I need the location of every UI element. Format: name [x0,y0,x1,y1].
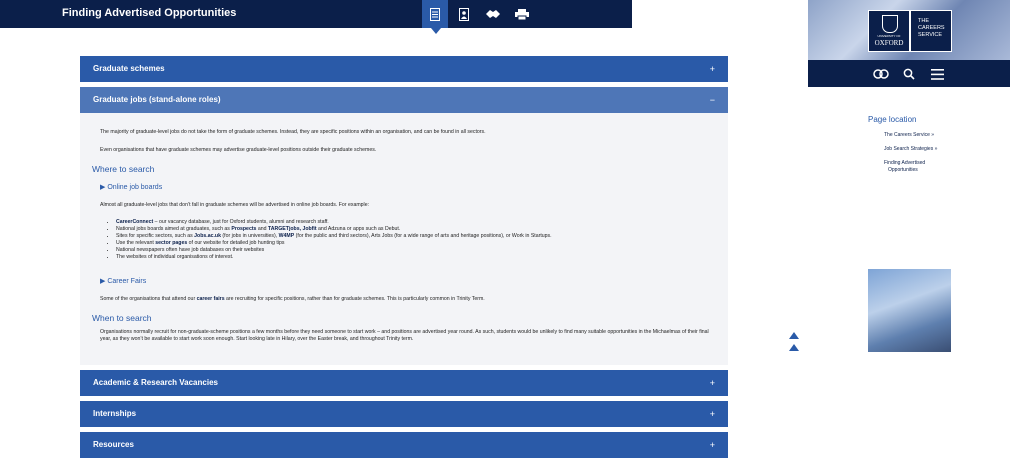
building-photo [868,269,951,352]
user-profile-icon[interactable] [451,0,477,28]
list-item: CareerConnect – our vacancy database, ju… [116,219,698,226]
link-prospects[interactable]: Prospects [231,226,256,232]
crest-icon [882,15,898,33]
logo-text: OXFORD [874,39,904,47]
breadcrumb-link[interactable]: Job Search Strategies » [884,146,937,153]
breadcrumb-link[interactable]: The Careers Service » [884,132,934,139]
handshake-icon[interactable] [873,66,889,82]
job-boards-list: CareerConnect – our vacancy database, ju… [108,219,698,261]
paragraph: The majority of graduate-level jobs do n… [100,129,486,135]
toggle-career-fairs[interactable]: ▶ Career Fairs [100,277,146,285]
heading-where-to-search: Where to search [92,164,155,174]
accordion-graduate-schemes[interactable]: Graduate schemes + [80,56,728,82]
paragraph: Almost all graduate-level jobs that don’… [100,202,370,208]
link-targetjobs[interactable]: TARGETjobs, Jobfit [268,226,317,232]
paragraph: Organisations normally recruit for non-g… [100,329,709,342]
accordion-resources[interactable]: Resources + [80,432,728,458]
active-tab-caret [431,28,441,34]
search-icon[interactable] [901,66,917,82]
list-item: The websites of individual organisations… [116,254,698,261]
link-career-fairs[interactable]: career fairs [197,296,225,302]
accordion-label: Graduate jobs (stand-alone roles) [93,95,221,104]
accordion-internships[interactable]: Internships + [80,401,728,427]
careers-service-logo[interactable]: THE CAREERS SERVICE [910,10,952,52]
top-icon-bar [422,0,538,28]
utility-nav [808,60,1010,87]
back-to-top-icon[interactable] [789,344,799,351]
link-careerconnect[interactable]: CareerConnect [116,219,153,225]
expand-icon: + [709,440,715,450]
print-icon[interactable] [509,0,535,28]
link-w4mp[interactable]: W4MP [279,233,295,239]
top-bar: Finding Advertised Opportunities [0,0,632,28]
document-icon[interactable] [422,0,448,28]
accordion-academic-research[interactable]: Academic & Research Vacancies + [80,370,728,396]
list-item: National newspapers often have job datab… [116,247,698,254]
scroll-up-icon[interactable] [789,332,799,339]
accordion-label: Academic & Research Vacancies [93,378,218,387]
menu-icon[interactable] [929,66,945,82]
list-item: National jobs boards aimed at graduates,… [116,226,698,233]
link-jobs-ac-uk[interactable]: Jobs.ac.uk [194,233,221,239]
list-item: Sites for specific sectors, such as Jobs… [116,233,698,240]
handshake-icon[interactable] [480,0,506,28]
site-logo-panel: UNIVERSITY OF OXFORD THE CAREERS SERVICE [808,0,1010,87]
accordion-panel-graduate-jobs: The majority of graduate-level jobs do n… [80,113,728,365]
expand-icon: + [709,64,715,74]
page-location-heading: Page location [868,115,917,124]
page-title: Finding Advertised Opportunities [62,7,237,19]
paragraph: Even organisations that have graduate sc… [100,147,377,153]
accordion-graduate-jobs[interactable]: Graduate jobs (stand-alone roles) − [80,87,728,113]
oxford-logo[interactable]: UNIVERSITY OF OXFORD [868,10,910,52]
paragraph: Some of the organisations that attend ou… [100,296,485,302]
breadcrumb-current: Opportunities [888,167,918,173]
toggle-online-job-boards[interactable]: ▶ Online job boards [100,183,162,191]
breadcrumb-current: Finding Advertised [884,160,926,166]
link-sector-pages[interactable]: sector pages [155,240,187,246]
accordion-label: Resources [93,440,134,449]
expand-icon: + [709,409,715,419]
expand-icon: + [709,378,715,388]
logo-text-small: UNIVERSITY OF [877,34,901,38]
accordion-label: Graduate schemes [93,64,165,73]
heading-when-to-search: When to search [92,313,152,323]
collapse-icon: − [709,95,715,105]
list-item: Use the relevant sector pages of our web… [116,240,698,247]
accordion-label: Internships [93,409,137,418]
